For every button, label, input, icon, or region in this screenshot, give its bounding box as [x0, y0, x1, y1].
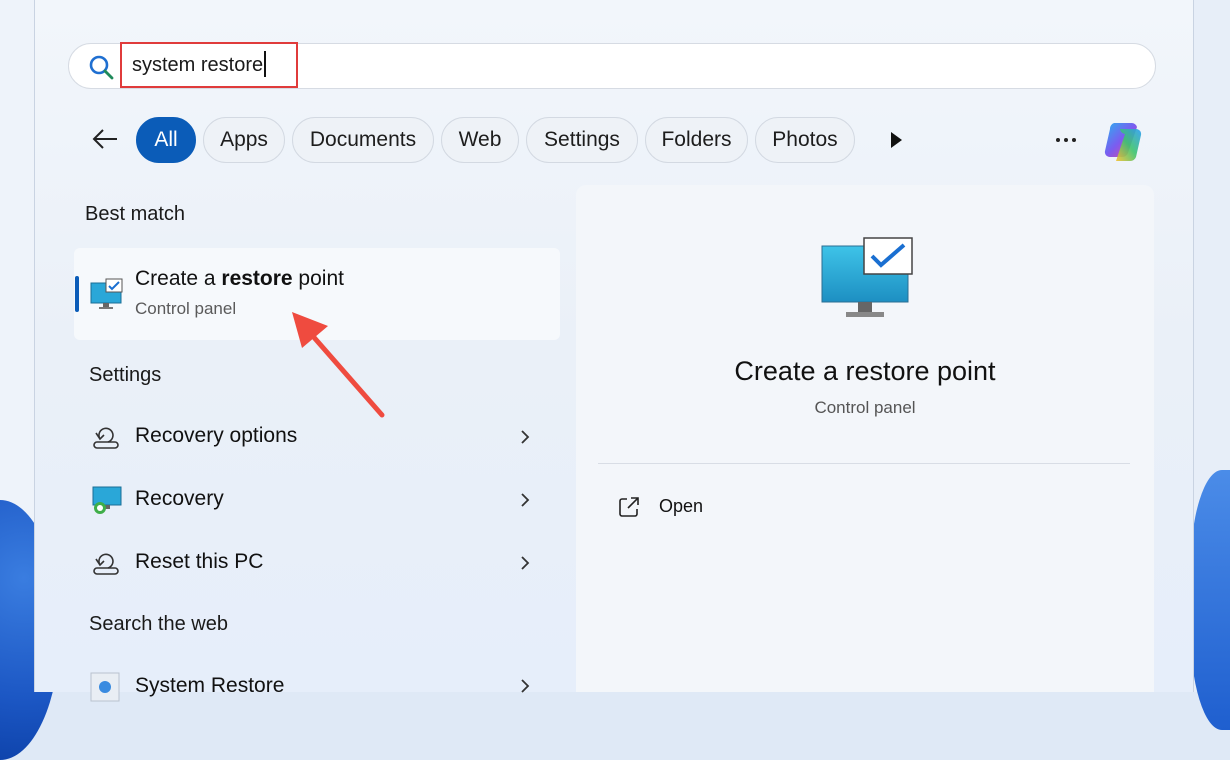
filter-photos-label: Photos [772, 128, 838, 151]
search-icon [89, 55, 114, 80]
selection-indicator [75, 276, 79, 312]
search-input-value: system restore [132, 54, 264, 76]
filter-apps-label: Apps [220, 128, 268, 151]
settings-result-reset-pc[interactable]: Reset this PC [135, 550, 263, 574]
filter-folders[interactable]: Folders [645, 117, 748, 163]
filter-photos[interactable]: Photos [755, 117, 855, 163]
settings-result-recovery-options[interactable]: Recovery options [135, 424, 297, 448]
section-search-web: Search the web [89, 613, 228, 635]
section-settings: Settings [89, 364, 162, 386]
search-input[interactable]: system restore [120, 42, 298, 88]
best-match-subtitle: Control panel [135, 299, 237, 318]
annotation-arrow [292, 312, 385, 418]
section-best-match: Best match [85, 203, 186, 225]
filter-all[interactable]: All [136, 117, 196, 163]
preview-divider [598, 463, 1130, 464]
best-match-title: Create a restore point [135, 267, 344, 291]
filter-settings-label: Settings [544, 128, 620, 151]
open-external-icon[interactable] [618, 496, 640, 518]
chevron-right-icon[interactable] [519, 428, 531, 446]
web-search-icon [90, 672, 120, 702]
web-result-system-restore[interactable]: System Restore [135, 674, 284, 698]
ellipsis-icon[interactable] [1054, 132, 1078, 148]
best-match-title-bold: restore [221, 267, 293, 290]
chevron-right-icon[interactable] [519, 677, 531, 695]
filter-web-label: Web [458, 128, 502, 151]
recovery-options-icon [93, 427, 119, 449]
copilot-icon[interactable] [1100, 117, 1148, 165]
filter-apps[interactable]: Apps [203, 117, 285, 163]
arrow-left-icon[interactable] [90, 124, 120, 154]
text-caret [264, 50, 267, 77]
preview-open-action[interactable]: Open [659, 496, 703, 517]
best-match-title-post: point [292, 267, 344, 290]
filter-documents-label: Documents [309, 128, 417, 151]
chevron-right-icon[interactable] [519, 554, 531, 572]
monitor-check-large-icon [821, 237, 913, 317]
recovery-icon [92, 486, 122, 514]
filter-all-label: All [154, 128, 178, 151]
best-match-title-pre: Create a [135, 267, 222, 290]
filter-web[interactable]: Web [441, 117, 519, 163]
filter-settings[interactable]: Settings [526, 117, 638, 163]
chevron-right-icon[interactable] [519, 491, 531, 509]
preview-title: Create a restore point [734, 356, 996, 386]
preview-subtitle: Control panel [814, 398, 916, 417]
monitor-check-icon [90, 278, 123, 309]
filter-documents[interactable]: Documents [292, 117, 434, 163]
settings-result-recovery[interactable]: Recovery [135, 487, 224, 511]
filter-folders-label: Folders [661, 128, 732, 151]
play-icon[interactable] [888, 131, 904, 149]
reset-pc-icon [93, 553, 119, 575]
